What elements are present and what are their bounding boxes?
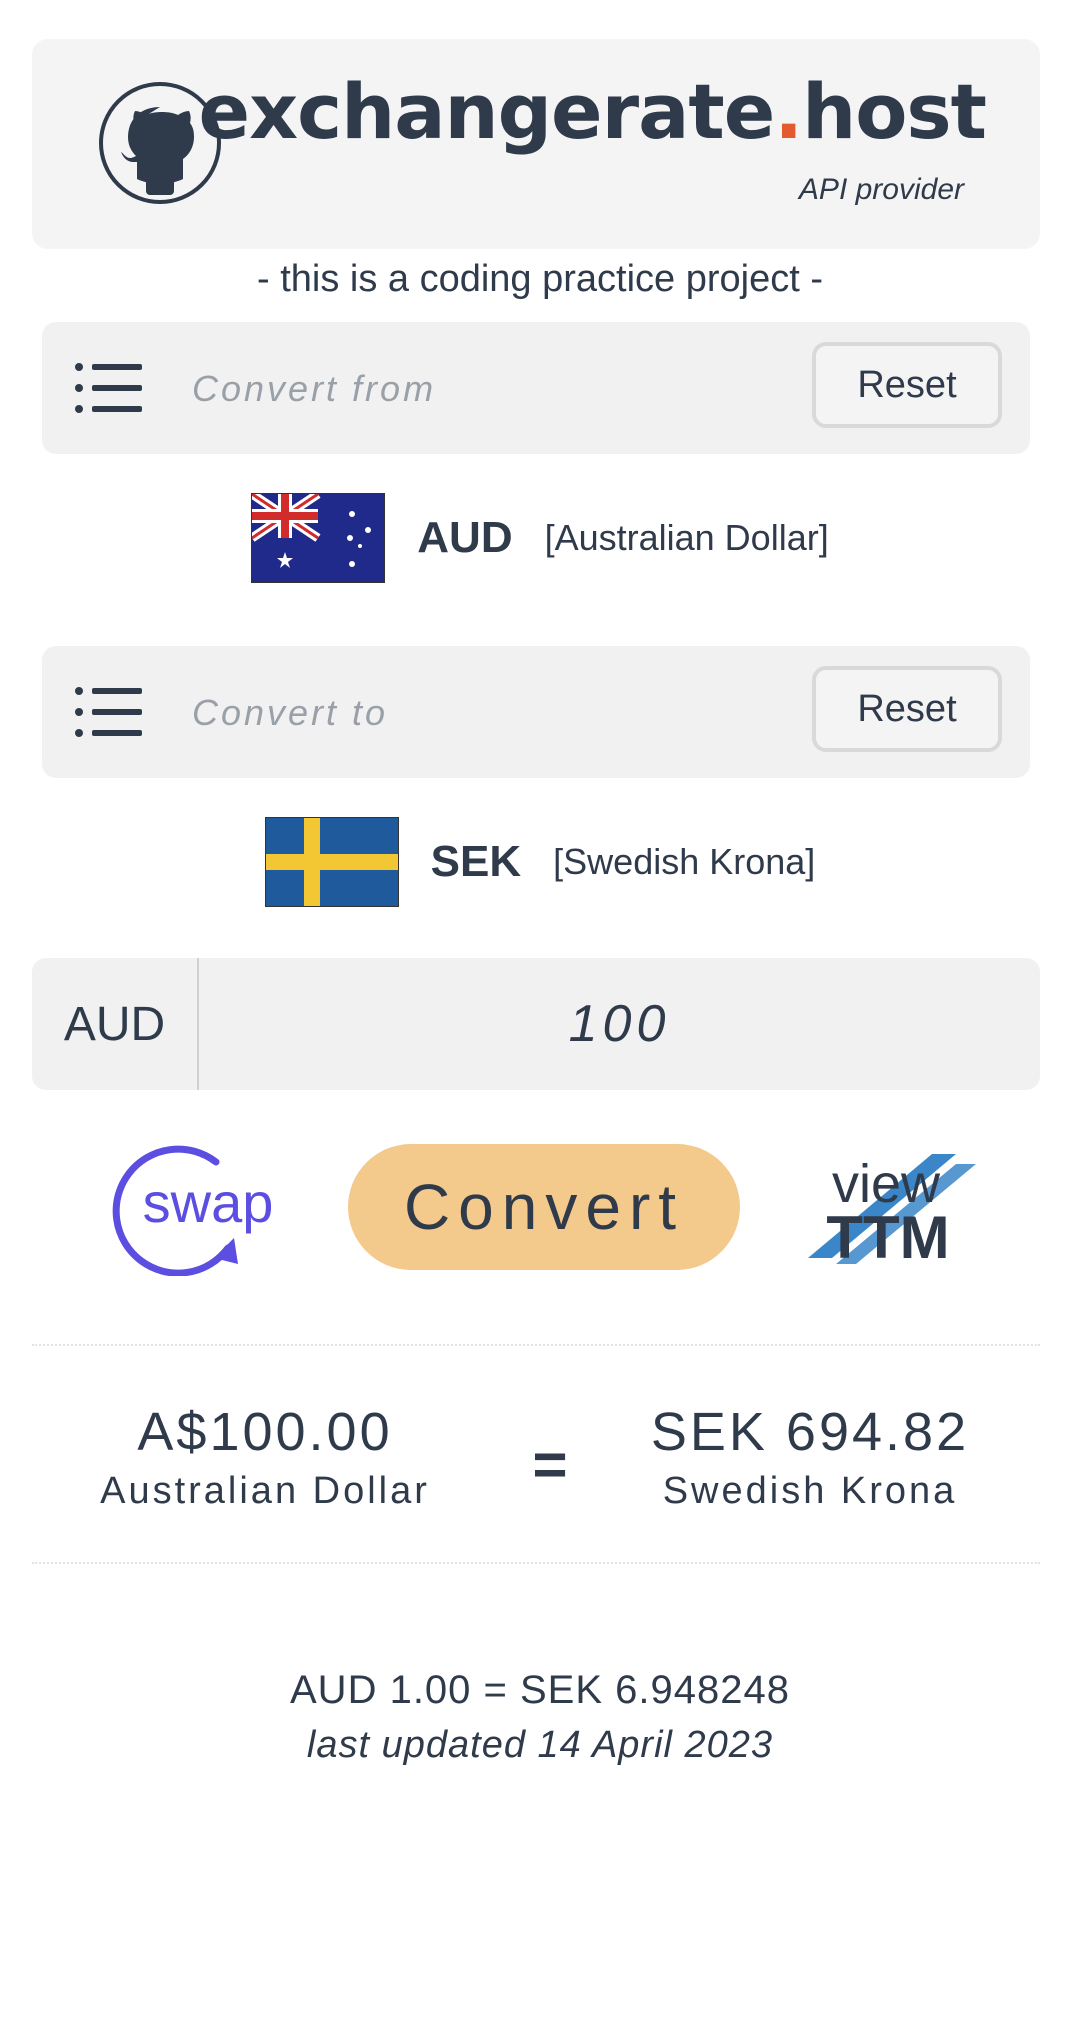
- tagline: - this is a coding practice project -: [256, 258, 823, 300]
- brand-tld: host: [802, 67, 987, 156]
- reset-from-button[interactable]: Reset: [812, 342, 1002, 428]
- australia-flag-icon: [251, 493, 386, 583]
- equals-sign: =: [532, 1431, 568, 1498]
- divider-bottom: [32, 1562, 1040, 1564]
- swap-label: swap: [143, 1171, 274, 1234]
- amount-currency-prefix: AUD: [32, 958, 199, 1090]
- from-currency-row: AUD [Australian Dollar]: [0, 492, 1080, 584]
- convert-from-placeholder[interactable]: Convert from: [192, 368, 436, 410]
- amount-input[interactable]: [199, 958, 1040, 1090]
- sweden-flag-icon: [264, 817, 399, 907]
- swap-button[interactable]: swap: [96, 1140, 286, 1276]
- to-currency-row: SEK [Swedish Krona]: [0, 816, 1080, 908]
- result-from: A$100.00 Australian Dollar: [90, 1400, 440, 1518]
- result-to: SEK 694.82 Swedish Krona: [640, 1400, 980, 1518]
- list-icon[interactable]: [74, 686, 144, 738]
- result-from-amount: A$100.00: [137, 1402, 393, 1462]
- list-icon[interactable]: [74, 362, 144, 414]
- result-from-name: Australian Dollar: [100, 1470, 430, 1512]
- convert-to-placeholder[interactable]: Convert to: [192, 692, 388, 734]
- to-currency-code: SEK: [430, 837, 522, 886]
- view-ttm-button[interactable]: view TTM: [806, 1150, 976, 1268]
- from-currency-name: [Australian Dollar]: [544, 517, 829, 558]
- brand-dot: .: [774, 67, 803, 156]
- convert-from-select[interactable]: Convert from Reset: [42, 322, 1030, 454]
- reset-to-button[interactable]: Reset: [812, 666, 1002, 752]
- brand-main: exchangerate: [198, 67, 776, 156]
- exchange-rate-line: AUD 1.00 = SEK 6.948248: [290, 1668, 790, 1712]
- convert-to-select[interactable]: Convert to Reset: [42, 646, 1030, 778]
- brand-subtitle: API provider: [798, 173, 964, 206]
- amount-field: AUD: [32, 958, 1040, 1090]
- from-currency-code: AUD: [417, 513, 513, 562]
- last-updated-line: last updated 14 April 2023: [306, 1724, 774, 1766]
- header-card: exchangerate.host API provider: [32, 39, 1040, 249]
- convert-button[interactable]: Convert: [348, 1144, 740, 1270]
- page: exchangerate.host API provider - this is…: [0, 0, 1080, 2037]
- result-to-amount: SEK 694.82: [650, 1402, 970, 1462]
- divider-top: [32, 1344, 1040, 1346]
- brand-title[interactable]: exchangerate.host: [198, 67, 987, 156]
- ttm-bottom-label: TTM: [826, 1204, 949, 1268]
- result-to-name: Swedish Krona: [662, 1470, 958, 1512]
- to-currency-name: [Swedish Krona]: [553, 841, 816, 882]
